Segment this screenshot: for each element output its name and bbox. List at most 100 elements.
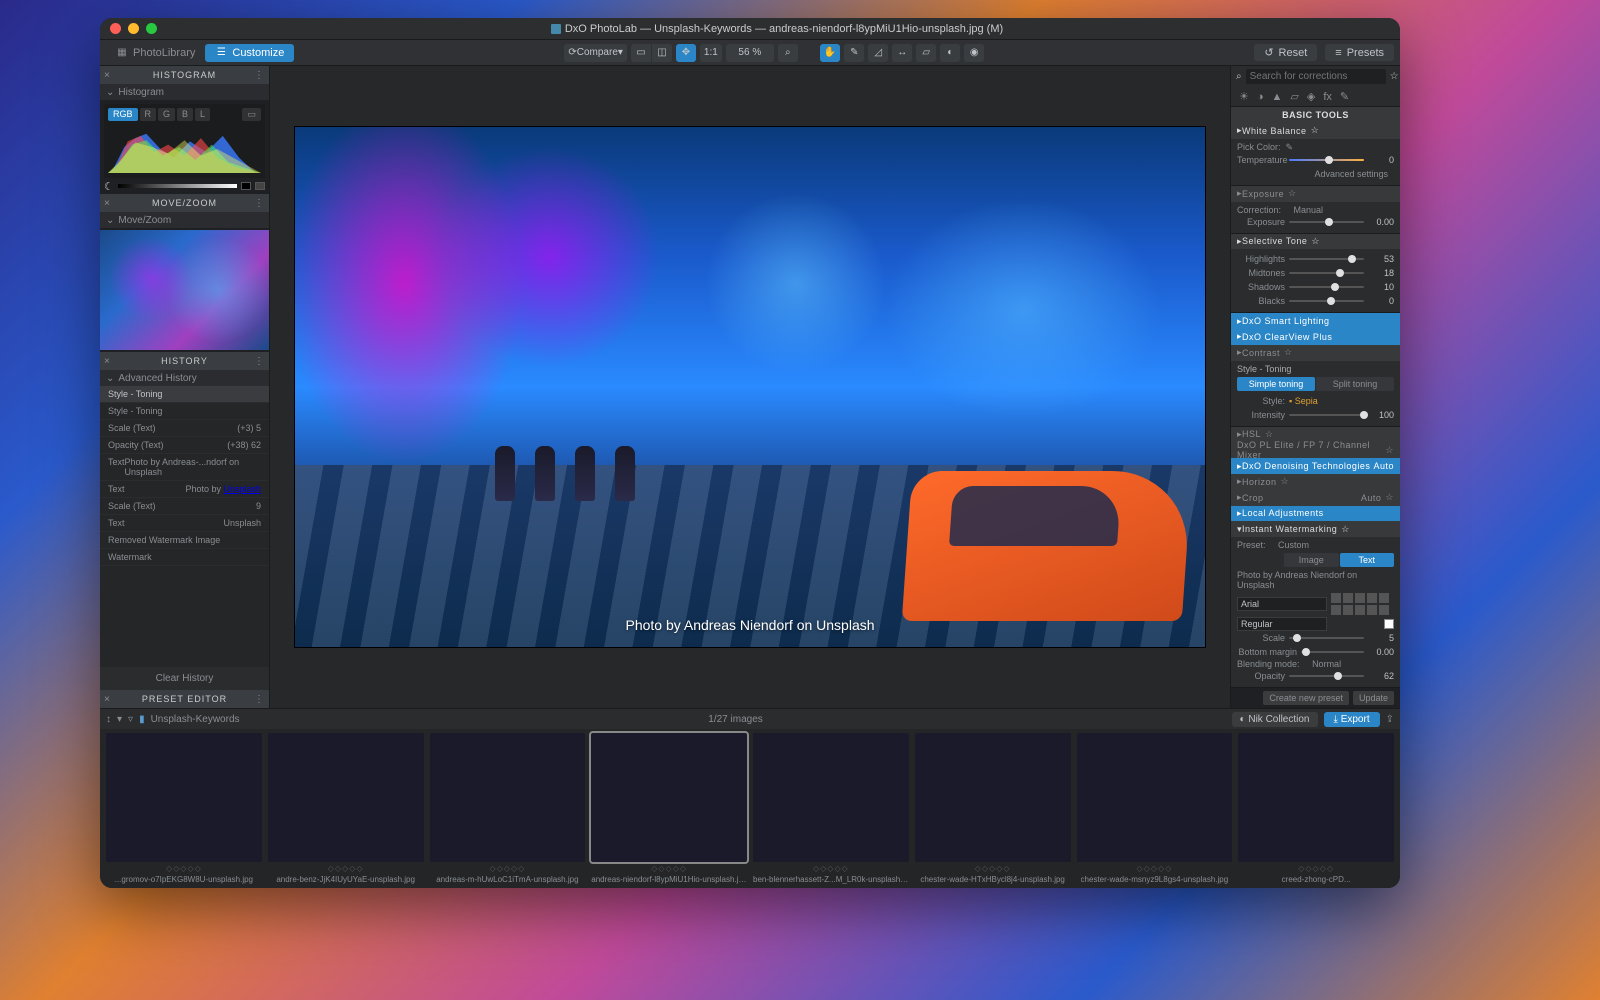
tone-slider-midtones[interactable]: Midtones18 bbox=[1237, 266, 1394, 280]
hand-tool-icon[interactable]: ✋ bbox=[820, 44, 840, 62]
tone-slider-blacks[interactable]: Blacks0 bbox=[1237, 294, 1394, 308]
funnel-icon[interactable]: ▿ bbox=[128, 714, 133, 725]
weight-select[interactable] bbox=[1237, 617, 1327, 631]
thumbnail[interactable]: ◇◇◇◇◇andre-benz-JjK4IUyUYaE-unsplash.jpg bbox=[268, 733, 424, 884]
horizon-tool-icon[interactable]: ↔ bbox=[892, 44, 912, 62]
single-view-icon[interactable]: ▭ bbox=[631, 44, 651, 62]
fit-ratio-button[interactable]: 1:1 bbox=[700, 44, 722, 62]
presets-button[interactable]: ≡ Presets bbox=[1325, 44, 1394, 61]
clear-history-button[interactable]: Clear History bbox=[100, 667, 269, 690]
thumbnail[interactable]: ◇◇◇◇◇creed-zhong-cPD... bbox=[1238, 733, 1394, 884]
thumbnail[interactable]: ◇◇◇◇◇andreas-niendorf-l8ypMiU1Hio-unspla… bbox=[591, 733, 747, 884]
exposure-slider[interactable]: Exposure 0.00 bbox=[1237, 215, 1394, 229]
scale-slider[interactable]: Scale 5 bbox=[1237, 631, 1394, 645]
detail-cat-icon[interactable]: ▲ bbox=[1272, 91, 1283, 103]
search-input[interactable] bbox=[1246, 69, 1386, 84]
close-window-icon[interactable] bbox=[110, 23, 121, 34]
menu-icon[interactable]: ⋮ bbox=[254, 356, 265, 367]
histo-clip-icon[interactable]: ▭ bbox=[242, 108, 261, 121]
eyedropper-icon[interactable]: ✎ bbox=[1286, 142, 1294, 153]
close-icon[interactable]: × bbox=[104, 70, 111, 81]
redeye-tool-icon[interactable]: ◉ bbox=[964, 44, 984, 62]
split-toning-button[interactable]: Split toning bbox=[1316, 377, 1394, 391]
histo-tab-b[interactable]: B bbox=[177, 108, 193, 121]
selective-tone-header[interactable]: ▸ Selective Tone☆ bbox=[1231, 234, 1400, 250]
histo-tab-g[interactable]: G bbox=[158, 108, 175, 121]
reset-button[interactable]: ↺ Reset bbox=[1254, 44, 1317, 61]
shadow-swatch[interactable] bbox=[255, 182, 265, 190]
white-balance-header[interactable]: ▸ White Balance☆ bbox=[1231, 123, 1400, 139]
history-row[interactable]: TextPhoto by Andreas-...ndorf on Unsplas… bbox=[100, 454, 269, 481]
watermark-image-button[interactable]: Image bbox=[1284, 553, 1339, 567]
close-icon[interactable]: × bbox=[104, 694, 111, 705]
zoom-level[interactable]: 56 % bbox=[726, 44, 774, 62]
history-row[interactable]: TextUnsplash bbox=[100, 515, 269, 532]
watermark-header[interactable]: ▾ Instant Watermarking☆ bbox=[1231, 521, 1400, 537]
history-row[interactable]: Scale (Text)(+3) 5 bbox=[100, 420, 269, 437]
local-cat-icon[interactable]: ◈ bbox=[1307, 90, 1315, 103]
thumbnail[interactable]: ◇◇◇◇◇andreas-m-hUwLoC1iTmA-unsplash.jpg bbox=[430, 733, 586, 884]
perspective-tool-icon[interactable]: ▱ bbox=[916, 44, 936, 62]
thumbnail[interactable]: ◇◇◇◇◇ben-blennerhassett-Z...M_LR0k-unspl… bbox=[753, 733, 909, 884]
star-icon[interactable]: ☆ bbox=[1311, 125, 1320, 136]
text-color-swatch[interactable] bbox=[1384, 619, 1394, 629]
nik-collection-button[interactable]: ◐ Nik Collection bbox=[1232, 712, 1318, 727]
history-row[interactable]: Scale (Text)9 bbox=[100, 498, 269, 515]
horizon-header[interactable]: ▸ Horizon☆ bbox=[1231, 474, 1400, 490]
position-grid[interactable] bbox=[1331, 593, 1389, 615]
picker-tool-icon[interactable]: ✎ bbox=[844, 44, 864, 62]
tone-slider-highlights[interactable]: Highlights53 bbox=[1237, 252, 1394, 266]
history-row[interactable]: Opacity (Text)(+38) 62 bbox=[100, 437, 269, 454]
histo-tab-r[interactable]: R bbox=[140, 108, 157, 121]
filter-icon[interactable]: ▾ bbox=[117, 714, 122, 725]
margin-slider[interactable]: Bottom margin 0.00 bbox=[1237, 645, 1394, 659]
move-tool-icon[interactable]: ✥ bbox=[676, 44, 696, 62]
advanced-settings-link[interactable]: Advanced settings bbox=[1237, 167, 1394, 181]
history-header[interactable]: ×HISTORY⋮ bbox=[100, 352, 269, 370]
movezoom-header[interactable]: ×MOVE/ZOOM⋮ bbox=[100, 194, 269, 212]
crop-header[interactable]: ▸ CropAuto☆ bbox=[1231, 490, 1400, 506]
close-icon[interactable]: × bbox=[104, 356, 111, 367]
thumbnail[interactable]: ◇◇◇◇◇chester-wade-HTxHBycl8j4-unsplash.j… bbox=[915, 733, 1071, 884]
clearview-header[interactable]: ▸ DxO ClearView Plus bbox=[1231, 329, 1400, 345]
history-row[interactable]: Style - Toning bbox=[100, 386, 269, 403]
menu-icon[interactable]: ⋮ bbox=[254, 198, 265, 209]
star-icon[interactable]: ☆ bbox=[1390, 71, 1399, 83]
geometry-cat-icon[interactable]: ▱ bbox=[1290, 90, 1298, 103]
denoise-header[interactable]: ▸ DxO Denoising TechnologiesAuto bbox=[1231, 458, 1400, 474]
history-row[interactable]: Removed Watermark Image bbox=[100, 532, 269, 549]
light-cat-icon[interactable]: ☀ bbox=[1239, 90, 1249, 103]
thumbnail[interactable]: ◇◇◇◇◇...gromov-o7IpEKG8W8U-unsplash.jpg bbox=[106, 733, 262, 884]
watermark-type-segment[interactable]: Image Text bbox=[1284, 553, 1394, 567]
smart-lighting-header[interactable]: ▸ DxO Smart Lighting bbox=[1231, 313, 1400, 329]
color-cat-icon[interactable]: ◑ bbox=[1257, 91, 1264, 103]
zoom-window-icon[interactable] bbox=[146, 23, 157, 34]
black-swatch[interactable] bbox=[241, 182, 251, 190]
histogram-subheader[interactable]: ⌄Histogram bbox=[100, 84, 269, 100]
contrast-header[interactable]: ▸ Contrast☆ bbox=[1231, 345, 1400, 361]
compare-dropdown[interactable]: ⟳ Compare ▾ bbox=[564, 44, 627, 62]
movezoom-subheader[interactable]: ⌄Move/Zoom bbox=[100, 212, 269, 228]
minimize-window-icon[interactable] bbox=[128, 23, 139, 34]
history-row[interactable]: TextPhoto by Unsplash bbox=[100, 481, 269, 498]
tab-customize[interactable]: ☰ Customize bbox=[205, 44, 294, 62]
history-row[interactable]: Style - Toning bbox=[100, 403, 269, 420]
local-adjustments-header[interactable]: ▸ Local Adjustments bbox=[1231, 506, 1400, 522]
history-subheader[interactable]: ⌄Advanced History bbox=[100, 370, 269, 386]
histogram-header[interactable]: ×HISTOGRAM⋮ bbox=[100, 66, 269, 84]
update-preset-button[interactable]: Update bbox=[1353, 691, 1394, 705]
main-photo[interactable]: Photo by Andreas Niendorf on Unsplash bbox=[295, 127, 1205, 647]
histo-tab-rgb[interactable]: RGB bbox=[108, 108, 138, 121]
zoom-lock-icon[interactable]: ⌕ bbox=[778, 44, 798, 62]
basic-tools-header[interactable]: BASIC TOOLS bbox=[1231, 107, 1400, 123]
fx-cat-icon[interactable]: fx bbox=[1323, 91, 1332, 103]
menu-icon[interactable]: ⋮ bbox=[254, 694, 265, 705]
font-select[interactable] bbox=[1237, 597, 1327, 611]
export-button[interactable]: ⤓ Export bbox=[1324, 712, 1380, 727]
thumbnail[interactable]: ◇◇◇◇◇chester-wade-msnyz9L8gs4-unsplash.j… bbox=[1077, 733, 1233, 884]
filmpack-header[interactable]: DxO PL Elite / FP 7 / Channel Mixer☆ bbox=[1231, 442, 1400, 458]
watermark-text-button[interactable]: Text bbox=[1340, 553, 1395, 567]
exposure-header[interactable]: ▸ Exposure☆ bbox=[1231, 186, 1400, 202]
movezoom-thumbnail[interactable] bbox=[100, 230, 269, 350]
histo-tab-l[interactable]: L bbox=[195, 108, 210, 121]
